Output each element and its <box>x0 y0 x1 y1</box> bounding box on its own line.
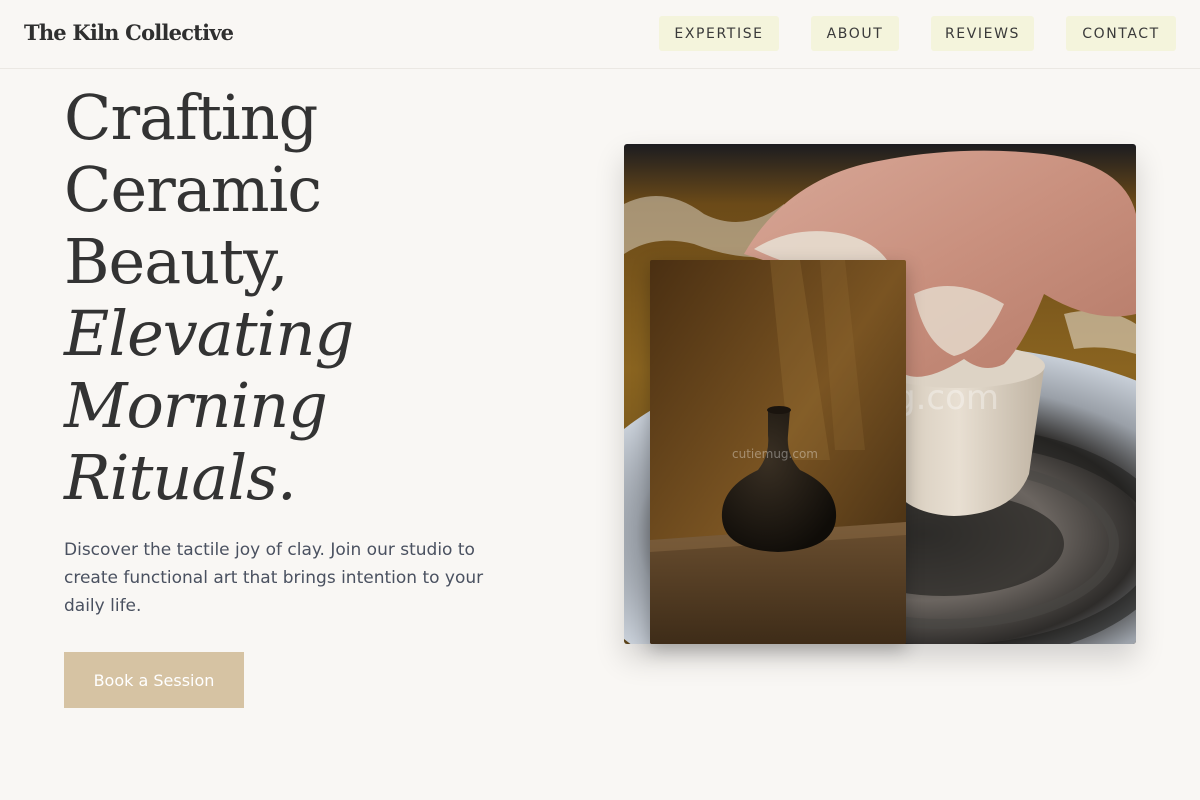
nav-expertise-button[interactable]: EXPERTISE <box>659 16 779 51</box>
site-logo[interactable]: The Kiln Collective <box>24 20 234 45</box>
hero-title-line: Beauty, <box>64 225 289 298</box>
hero-title: Crafting Ceramic Beauty, Elevating Morni… <box>64 82 584 514</box>
book-session-button[interactable]: Book a Session <box>64 652 244 708</box>
vase-image-watermark: cutiemug.com <box>732 447 818 461</box>
nav-about-button[interactable]: ABOUT <box>811 16 899 51</box>
hero-title-line: Ceramic <box>64 153 322 226</box>
site-header: The Kiln Collective EXPERTISE ABOUT REVI… <box>0 0 1200 69</box>
hero-title-italic-line: Elevating <box>64 297 354 370</box>
hero-title-italic-line: Morning <box>64 369 328 442</box>
nav-reviews-button[interactable]: REVIEWS <box>931 16 1034 51</box>
hero-title-italic-line: Rituals. <box>64 441 297 514</box>
hero-description: Discover the tactile joy of clay. Join o… <box>64 540 484 616</box>
nav-contact-button[interactable]: CONTACT <box>1066 16 1176 51</box>
vase-image: cutiemug.com <box>650 260 906 644</box>
main-image-watermark: g.com <box>894 378 999 418</box>
vase-illustration: cutiemug.com <box>650 260 906 644</box>
hero-title-line: Crafting <box>64 81 318 154</box>
